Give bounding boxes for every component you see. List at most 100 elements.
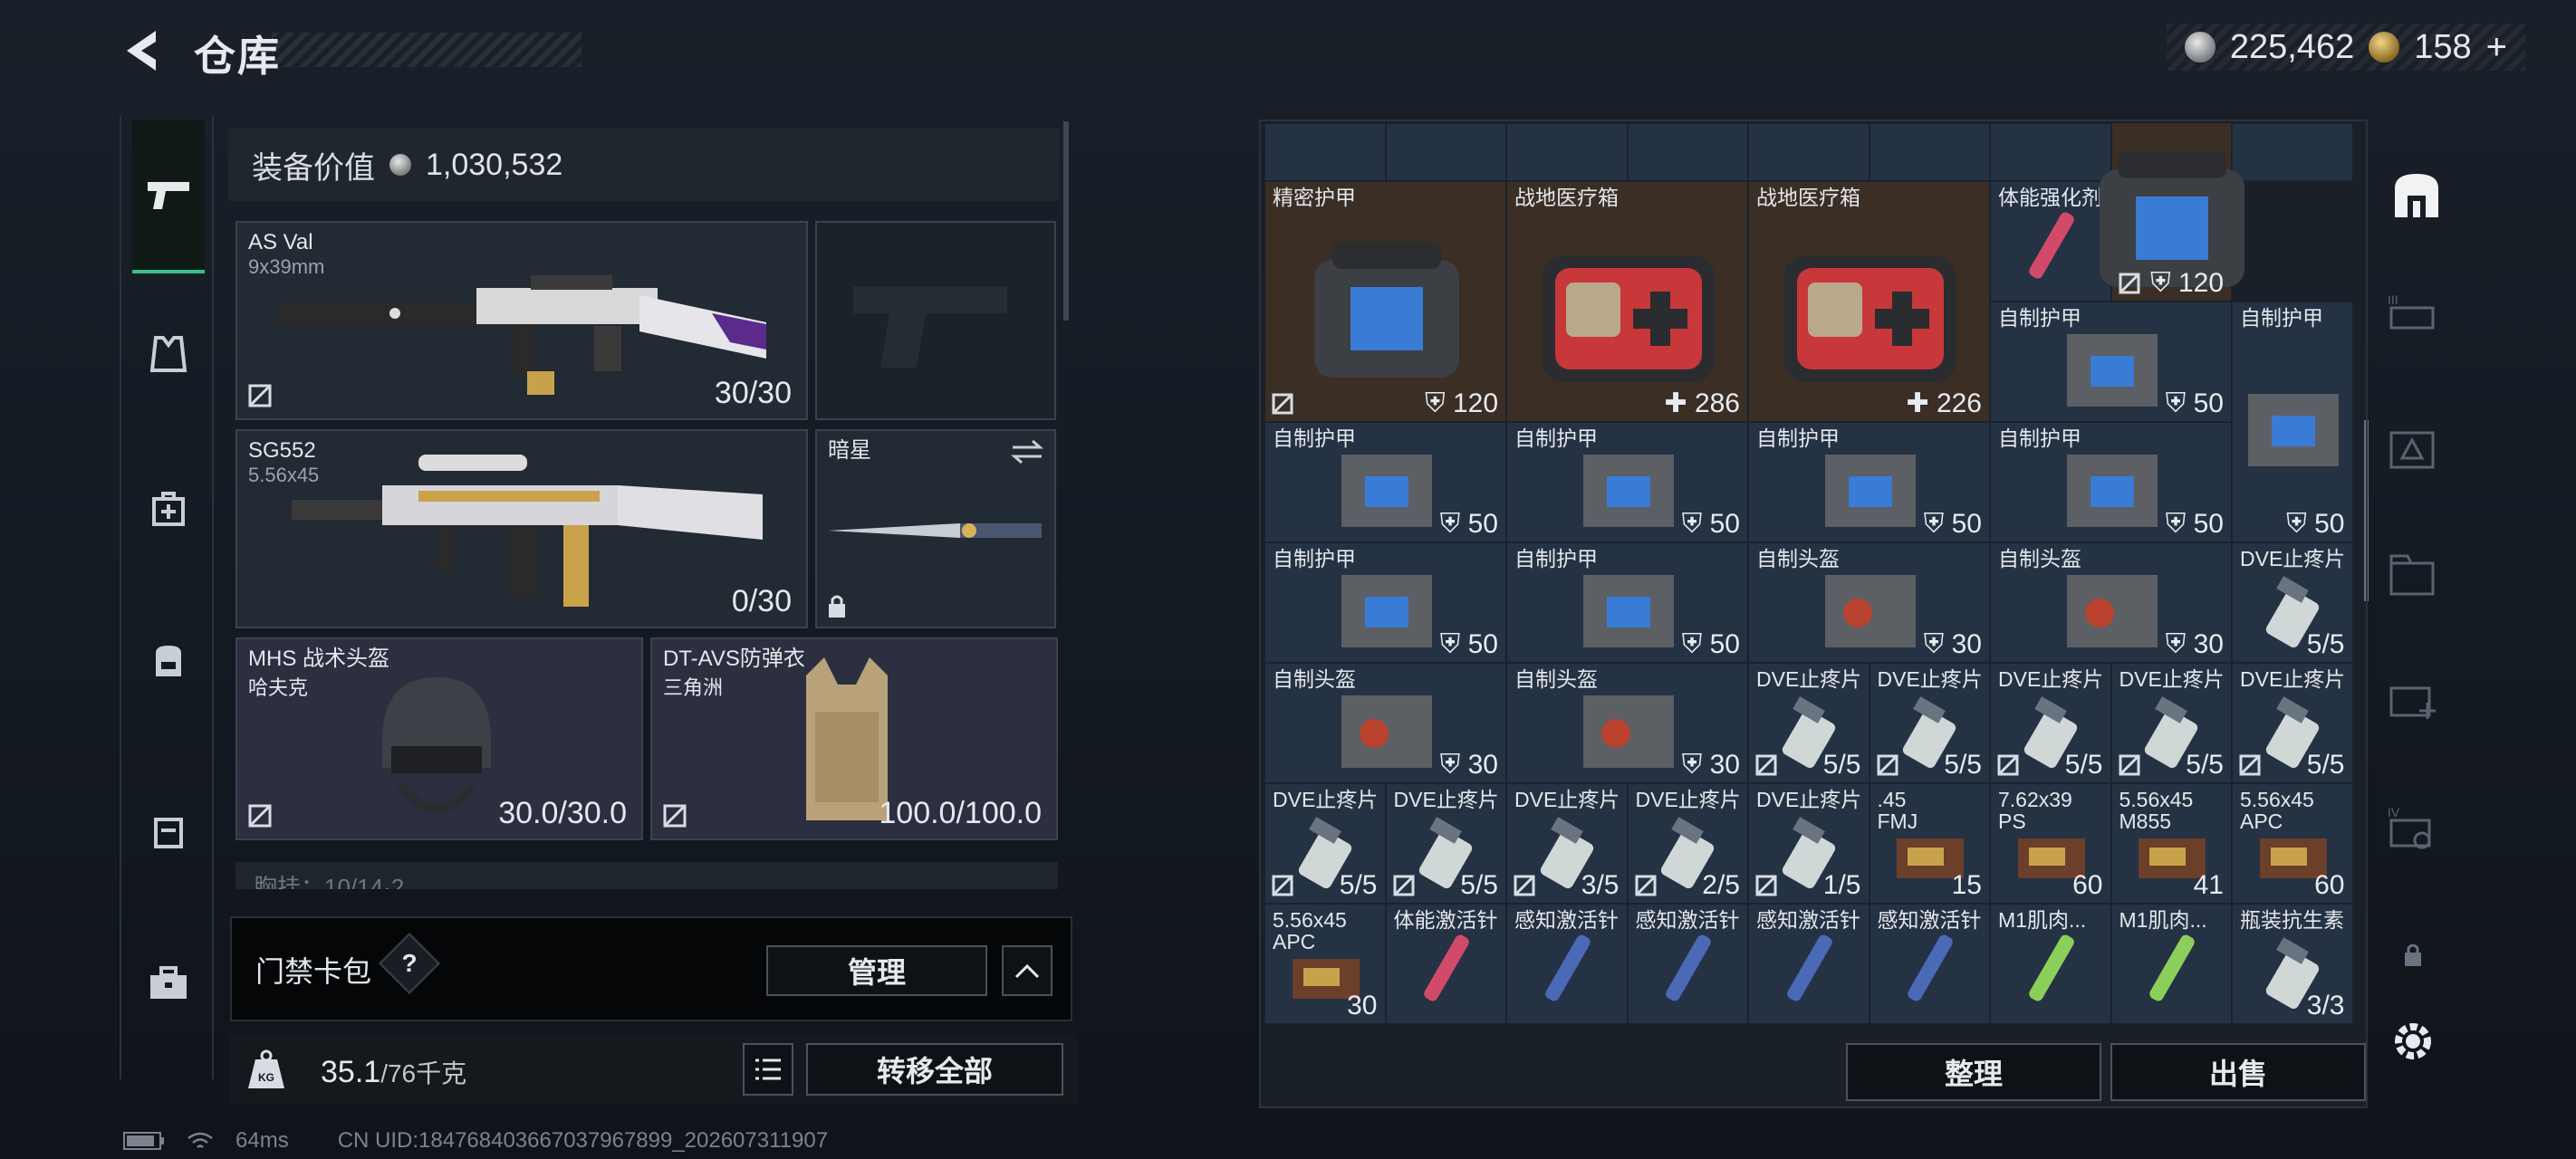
item-name: 7.62x39 xyxy=(1998,788,2072,811)
stash-item[interactable]: 自制头盔 ⛨ 30 xyxy=(1264,663,1506,783)
stash-item[interactable]: 自制头盔 ⛨ 30 xyxy=(1990,542,2232,663)
stash-cell[interactable] xyxy=(1385,123,1506,181)
transfer-all-button[interactable]: 转移全部 xyxy=(806,1043,1063,1096)
list-icon xyxy=(755,1058,781,1080)
tab-weapons[interactable] xyxy=(132,120,205,273)
uninsured-icon xyxy=(663,804,687,828)
tab-stash-4[interactable] xyxy=(2384,670,2442,728)
item-name: 自制护甲 xyxy=(1514,547,1598,570)
stash-item[interactable]: DVE止疼片 5/5 xyxy=(2232,663,2353,783)
uninsured-icon xyxy=(1272,393,1293,415)
uid-text: CN UID:1847684036670379678​99_2026073119… xyxy=(337,1128,829,1153)
item-quantity: ⛨ 50 xyxy=(1681,629,1740,659)
list-view-button[interactable] xyxy=(743,1043,793,1096)
stash-item[interactable]: 精密护甲 ⛨ 120 xyxy=(1264,181,1506,422)
item-quantity: ⛨ 50 xyxy=(1439,509,1498,539)
tab-stash-1[interactable]: III xyxy=(2384,283,2442,340)
stash-item[interactable]: 自制护甲 ⛨ 50 xyxy=(2232,302,2353,542)
stash-item[interactable]: DVE止疼片 5/5 xyxy=(1990,663,2111,783)
stash-item[interactable]: 自制护甲 ⛨ 50 xyxy=(1506,422,1748,542)
tab-medical[interactable] xyxy=(132,467,205,549)
stash-item[interactable]: 自制头盔 ⛨ 30 xyxy=(1506,663,1748,783)
stash-item[interactable]: 战地医疗箱 ✚ 226 xyxy=(1748,181,1990,422)
melee-slot[interactable]: 暗星 xyxy=(815,429,1056,628)
stash-item[interactable]: 自制护甲 ⛨ 50 xyxy=(1990,422,2232,542)
stash-item[interactable]: DVE止疼片 5/5 xyxy=(2232,542,2353,663)
stash-item[interactable]: M1肌肉... xyxy=(1990,904,2111,1024)
stash-item[interactable]: DVE止疼片 3/5 xyxy=(1506,783,1628,904)
stash-item[interactable]: 自制头盔 ⛨ 30 xyxy=(1748,542,1990,663)
item-quantity: ✚ 286 xyxy=(1664,388,1740,418)
stash-cell[interactable] xyxy=(1506,123,1628,181)
item-quantity: 5/5 xyxy=(1822,750,1861,780)
stash-item[interactable]: 感知激活针 xyxy=(1748,904,1870,1024)
stash-item[interactable]: ⛨ 120 xyxy=(2100,123,2245,302)
stash-item[interactable]: DVE止疼片 2/5 xyxy=(1627,783,1748,904)
stash-item[interactable]: 感知激活针 xyxy=(1506,904,1628,1024)
item-name: DVE止疼片 xyxy=(1635,788,1741,811)
body-armor-slot[interactable]: DT-AVS防弹衣 三角洲 100.0/100.0 xyxy=(650,637,1058,840)
tab-stash-5[interactable]: IV xyxy=(2384,799,2442,857)
item-name: DVE止疼片 xyxy=(2119,667,2225,691)
stash-item[interactable]: DVE止疼片 1/5 xyxy=(1748,783,1870,904)
stash-cell[interactable] xyxy=(1627,123,1748,181)
stash-cell[interactable] xyxy=(1869,123,1990,181)
tab-case[interactable] xyxy=(132,790,205,871)
helmet-maker: 哈夫克 xyxy=(248,676,309,699)
pistol-slot[interactable] xyxy=(815,221,1056,420)
stash-item[interactable]: .45 FMJ 15 xyxy=(1869,783,1990,904)
back-arrow-icon[interactable] xyxy=(116,25,167,76)
stash-item[interactable]: DVE止疼片 5/5 xyxy=(1385,783,1506,904)
help-button[interactable]: ? xyxy=(379,933,440,994)
stash-item[interactable]: 自制护甲 ⛨ 50 xyxy=(1990,302,2232,422)
plate-icon xyxy=(1582,574,1674,647)
manage-button[interactable]: 管理 xyxy=(766,945,987,996)
sort-button[interactable]: 整理 xyxy=(1846,1043,2101,1101)
stash-item[interactable]: 战地医疗箱 ✚ 286 xyxy=(1506,181,1748,422)
stash-item[interactable]: DVE止疼片 5/5 xyxy=(1748,663,1870,783)
item-name: 自制护甲 xyxy=(1756,426,1840,450)
primary-weapon-slot[interactable]: AS Val 9x39mm 30/30 xyxy=(235,221,808,420)
tab-all-stash[interactable] xyxy=(2384,163,2449,228)
stash-item[interactable]: 自制护甲 ⛨ 50 xyxy=(1748,422,1990,542)
stash-item[interactable]: 感知激活针 xyxy=(1869,904,1990,1024)
tab-toolbox[interactable] xyxy=(132,942,205,1023)
stash-item[interactable]: DVE止疼片 5/5 xyxy=(2110,663,2232,783)
stash-item[interactable]: 瓶装抗生素 3/3 xyxy=(2232,904,2353,1024)
weight-readout: 35.1/76千克 xyxy=(321,1054,466,1090)
swap-icon[interactable] xyxy=(1009,438,1045,465)
stash-item[interactable]: M1肌肉... xyxy=(2110,904,2232,1024)
stash-item[interactable]: 体能激活针 xyxy=(1385,904,1506,1024)
tab-backpack[interactable] xyxy=(132,619,205,701)
tab-armor[interactable] xyxy=(132,313,205,395)
stash-item[interactable]: 7.62x39 PS 60 xyxy=(1990,783,2111,904)
keycard-bar: 门禁卡包 ? 管理 xyxy=(230,916,1072,1021)
stash-cell[interactable] xyxy=(1748,123,1870,181)
stash-item[interactable]: 感知激活针 xyxy=(1627,904,1748,1024)
stash-item[interactable]: 自制护甲 ⛨ 50 xyxy=(1506,542,1748,663)
injector-icon xyxy=(2029,212,2074,278)
backpack-icon xyxy=(156,646,181,676)
secondary-weapon-slot[interactable]: SG552 5.56x45 0/30 xyxy=(235,429,808,628)
stash-item[interactable]: 5.56x45 M855 41 xyxy=(2110,783,2232,904)
equip-value-label: 装备价值 xyxy=(252,150,375,186)
add-currency-button[interactable]: + xyxy=(2486,27,2507,68)
stash-item[interactable]: DVE止疼片 5/5 xyxy=(1869,663,1990,783)
uninsured-icon xyxy=(248,384,272,407)
stash-item[interactable]: 自制护甲 ⛨ 50 xyxy=(1264,422,1506,542)
tab-stash-2[interactable] xyxy=(2384,418,2442,476)
stash-cell[interactable] xyxy=(1264,123,1386,181)
helmet-slot[interactable]: MHS 战术头盔 哈夫克 30.0/30.0 xyxy=(235,637,643,840)
stash-item[interactable]: DVE止疼片 5/5 xyxy=(1264,783,1386,904)
sell-button[interactable]: 出售 xyxy=(2110,1043,2366,1101)
tab-stash-3[interactable] xyxy=(2384,545,2442,603)
chest-rig-section[interactable]: 胸挂：10/14·2 xyxy=(235,862,1058,889)
stash-item[interactable]: 5.56x45 APC 60 xyxy=(2232,783,2353,904)
stash-item[interactable]: 5.56x45 APC 30 xyxy=(1264,904,1386,1024)
stash-folder-icon xyxy=(2389,554,2435,596)
scrollbar[interactable] xyxy=(1063,121,1069,321)
stash-item[interactable]: 自制护甲 ⛨ 50 xyxy=(1264,542,1506,663)
keycard-label: 门禁卡包 xyxy=(255,955,372,988)
settings-button[interactable] xyxy=(2384,1012,2442,1070)
expand-button[interactable] xyxy=(1002,945,1053,996)
